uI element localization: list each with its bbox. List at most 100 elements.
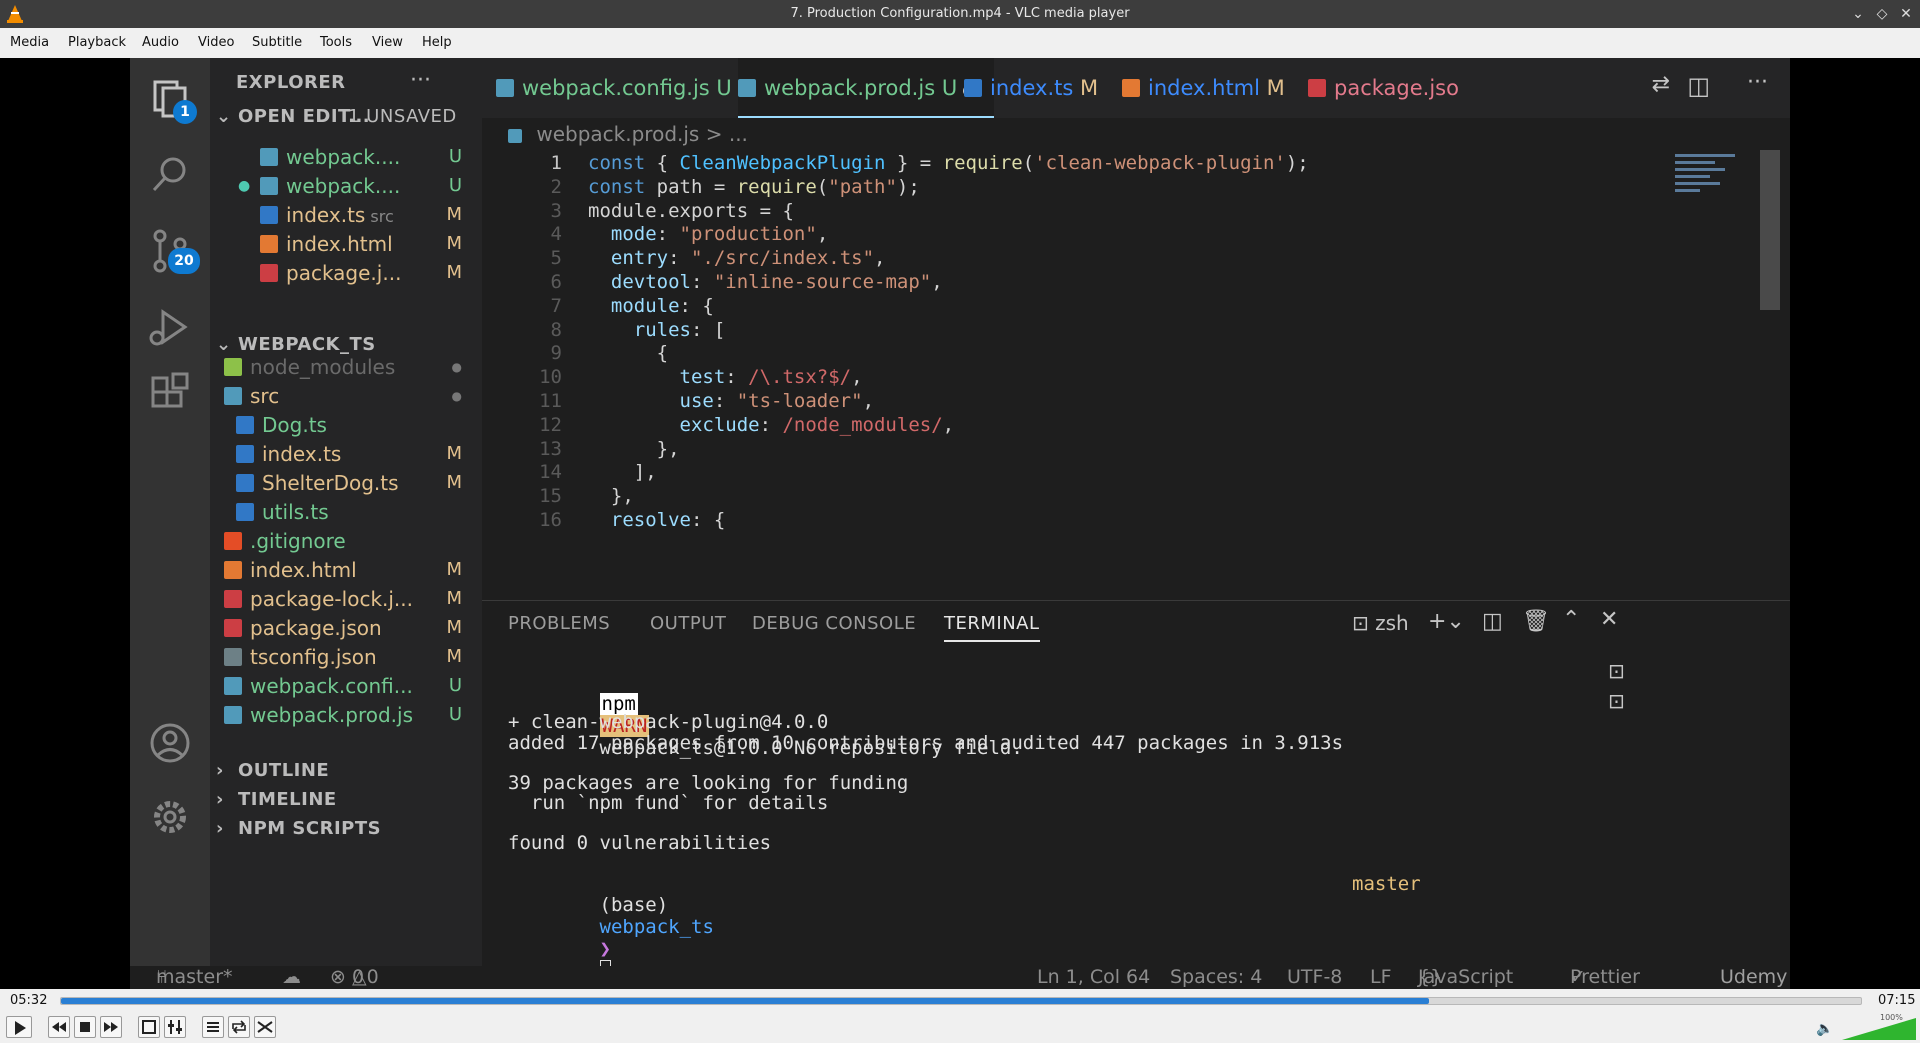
more-actions-icon[interactable]: ··· xyxy=(410,64,450,98)
play-button[interactable] xyxy=(6,1016,32,1038)
extended-settings-button[interactable] xyxy=(164,1016,186,1038)
file-name: .gitignore xyxy=(250,529,346,553)
editor-tab[interactable]: index.ts M xyxy=(964,58,1098,118)
tab-output[interactable]: OUTPUT xyxy=(650,613,726,634)
encoding[interactable]: UTF-8 xyxy=(1287,966,1342,988)
maximize-panel-icon[interactable]: ⌃ xyxy=(1562,607,1580,632)
code-line: devtool: "inline-source-map", xyxy=(610,271,943,293)
volume-slider[interactable] xyxy=(1842,1018,1916,1040)
udemy-watermark: Udemy xyxy=(1720,966,1788,988)
previous-button[interactable] xyxy=(48,1016,70,1038)
terminal-shell-selector[interactable]: ⊡ zsh xyxy=(1352,611,1409,635)
file-name: webpack.... xyxy=(286,145,401,169)
account-icon xyxy=(150,723,190,763)
compare-changes-icon[interactable]: ⇄ xyxy=(1652,72,1670,97)
seek-row: 05:32 07:15 xyxy=(0,989,1920,1013)
line-number: 4 xyxy=(550,223,562,246)
open-editor-item[interactable]: package.j... M xyxy=(210,256,482,290)
line-number: 15 xyxy=(539,485,562,508)
menu-subtitle[interactable]: Subtitle xyxy=(252,35,302,50)
stop-button[interactable] xyxy=(74,1016,96,1038)
minimize-icon[interactable]: ⌄ xyxy=(1848,4,1868,24)
editor-scrollbar[interactable] xyxy=(1760,150,1780,310)
terminal-instance-icon[interactable]: ⊡ xyxy=(1608,659,1625,683)
code-editor[interactable]: 1 const { CleanWebpackPlugin } = require(… xyxy=(482,150,1790,600)
equalizer-icon xyxy=(168,1020,182,1034)
new-terminal-icon[interactable]: +⌄ xyxy=(1428,609,1465,634)
explorer-badge: 1 xyxy=(173,100,197,124)
split-editor-icon[interactable]: ◫ xyxy=(1687,72,1710,100)
menu-video[interactable]: Video xyxy=(198,35,234,50)
tab-status: U xyxy=(709,76,732,100)
menu-playback[interactable]: Playback xyxy=(68,35,126,50)
code-line: }, xyxy=(588,437,680,460)
unsaved-count: 1 UNSAVED xyxy=(348,106,457,127)
tab-label: webpack.prod.js xyxy=(764,76,936,100)
file-icon xyxy=(224,677,242,695)
code-line: ], xyxy=(588,461,657,484)
close-icon[interactable]: ✕ xyxy=(1896,4,1916,24)
menu-audio[interactable]: Audio xyxy=(142,35,179,50)
seek-bar[interactable] xyxy=(60,997,1862,1005)
playlist-button[interactable] xyxy=(202,1016,224,1038)
loop-button[interactable] xyxy=(228,1016,250,1038)
speaker-icon[interactable]: 🔈 xyxy=(1816,1021,1833,1037)
eol[interactable]: LF xyxy=(1370,966,1392,988)
code-line: module: { xyxy=(610,294,714,317)
play-icon xyxy=(15,1021,26,1035)
file-name: src xyxy=(250,384,280,408)
code-line: use: "ts-loader", xyxy=(679,390,875,412)
trash-icon[interactable]: 🗑 xyxy=(1522,609,1550,634)
editor-tab[interactable]: webpack.config.js U xyxy=(496,58,732,118)
editor-tab[interactable]: webpack.prod.js U ● xyxy=(738,58,995,118)
npm-scripts-section[interactable]: › NPM SCRIPTS xyxy=(210,812,482,846)
terminal-instance-icon[interactable]: ⊡ xyxy=(1608,689,1625,713)
menu-tools[interactable]: Tools xyxy=(320,35,352,50)
menu-help[interactable]: Help xyxy=(422,35,452,50)
line-number: 1 xyxy=(550,152,562,174)
file-icon xyxy=(224,387,242,405)
player-controls: 🔈 100% xyxy=(0,1013,1920,1042)
cursor-position[interactable]: Ln 1, Col 64 xyxy=(1037,966,1150,988)
source-control-badge: 20 xyxy=(168,248,200,274)
split-terminal-icon[interactable]: ◫ xyxy=(1482,609,1503,634)
line-number: 16 xyxy=(539,509,562,531)
fullscreen-button[interactable] xyxy=(138,1016,160,1038)
problems-indicator[interactable]: ⊗ 0 △ 0 xyxy=(330,966,379,988)
minimap[interactable] xyxy=(1675,150,1760,230)
file-icon xyxy=(260,235,278,253)
maximize-icon[interactable]: ◇ xyxy=(1872,4,1892,24)
tab-status: U xyxy=(935,76,958,100)
close-panel-icon[interactable]: ✕ xyxy=(1600,607,1618,632)
shuffle-button[interactable] xyxy=(254,1016,276,1038)
video-area[interactable]: 1 20 EXPLORER ··· ⌄ OPEN EDIT... 1 UNSAV… xyxy=(0,58,1920,989)
open-editors-header[interactable]: ⌄ OPEN EDIT... 1 UNSAVED xyxy=(210,100,482,134)
file-name: webpack.confi... xyxy=(250,674,413,698)
line-number: 2 xyxy=(550,175,562,198)
git-status: M xyxy=(446,262,462,283)
next-button[interactable] xyxy=(100,1016,122,1038)
editor-tab[interactable]: package.jso xyxy=(1308,58,1459,118)
playlist-icon xyxy=(207,1022,219,1032)
tab-problems[interactable]: PROBLEMS xyxy=(508,613,610,634)
menu-media[interactable]: Media xyxy=(10,35,49,50)
file-icon xyxy=(964,79,982,97)
tree-item[interactable]: webpack.prod.js U xyxy=(210,698,482,732)
breadcrumb-symbol[interactable]: > ... xyxy=(706,122,748,146)
file-name: utils.ts xyxy=(262,500,329,524)
file-icon xyxy=(260,264,278,282)
extensions-icon xyxy=(151,372,189,408)
editor-tab[interactable]: index.html M xyxy=(1122,58,1285,118)
tab-status: M xyxy=(1073,76,1099,100)
file-icon xyxy=(224,619,242,637)
sync-icon[interactable]: ☁ xyxy=(282,966,301,988)
tab-label: webpack.config.js xyxy=(522,76,710,100)
menu-view[interactable]: View xyxy=(372,35,403,50)
tab-terminal[interactable]: TERMINAL xyxy=(944,613,1040,642)
breadcrumb-file[interactable]: webpack.prod.js xyxy=(536,122,699,146)
file-name: index.html xyxy=(250,558,357,582)
indentation[interactable]: Spaces: 4 xyxy=(1170,966,1262,988)
editor-more-icon[interactable]: ··· xyxy=(1747,70,1768,95)
file-name: index.ts xyxy=(262,442,342,466)
tab-debug-console[interactable]: DEBUG CONSOLE xyxy=(752,613,916,634)
